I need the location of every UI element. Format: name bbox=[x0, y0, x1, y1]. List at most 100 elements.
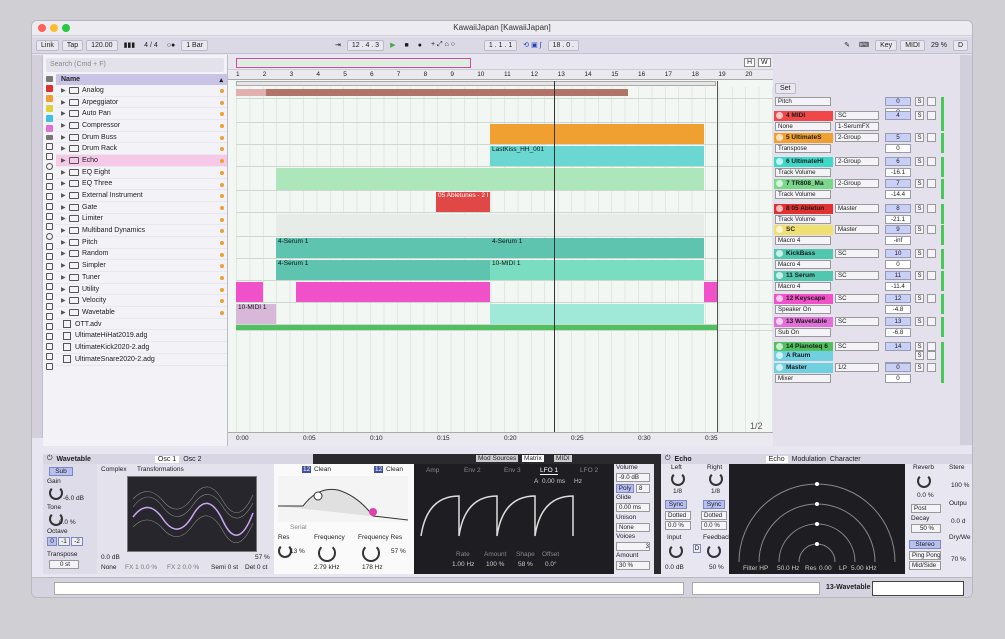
folder-icon[interactable] bbox=[46, 353, 53, 360]
category-icon[interactable] bbox=[46, 76, 53, 82]
track-volume[interactable]: -11.4 bbox=[885, 282, 911, 291]
minimize-button[interactable] bbox=[50, 24, 58, 32]
track-output-select[interactable]: Master bbox=[835, 204, 879, 213]
arm-button[interactable] bbox=[927, 342, 936, 351]
track-number[interactable]: 0 bbox=[885, 97, 911, 106]
track-number[interactable]: 13 bbox=[885, 317, 911, 326]
track-output-select[interactable]: SC bbox=[835, 249, 879, 258]
folder-icon[interactable] bbox=[46, 313, 53, 320]
arm-button[interactable] bbox=[927, 97, 936, 106]
expand-icon[interactable]: ▶ bbox=[61, 122, 69, 129]
keyboard-icon[interactable]: ⌨ bbox=[856, 40, 872, 50]
track-number[interactable]: 7 bbox=[885, 179, 911, 188]
track-number[interactable]: 14 bbox=[885, 342, 911, 351]
track-volume[interactable]: -4.8 bbox=[885, 305, 911, 314]
arm-button[interactable] bbox=[927, 157, 936, 166]
meter-field[interactable]: 4 / 4 bbox=[141, 41, 161, 50]
track-name[interactable]: A Raum bbox=[774, 351, 833, 361]
solo-button[interactable]: S bbox=[915, 294, 924, 303]
echo-display[interactable]: Filter HP 50.0 Hz Res 0.00 LP 5.00 kHz bbox=[729, 464, 905, 574]
arm-button[interactable] bbox=[927, 133, 936, 142]
key-map-button[interactable]: Key bbox=[875, 39, 898, 51]
link-button[interactable]: Link bbox=[36, 39, 59, 51]
play-icon[interactable]: ▶ bbox=[387, 40, 398, 50]
track-volume[interactable]: -6.8 bbox=[885, 328, 911, 337]
expand-icon[interactable]: ▶ bbox=[61, 192, 69, 199]
category-red-icon[interactable] bbox=[46, 85, 53, 92]
track-volume[interactable]: 0 bbox=[885, 260, 911, 269]
track-name[interactable]: 4 MIDI bbox=[774, 111, 833, 121]
browser-item[interactable]: ▶ Drum Rack bbox=[56, 143, 227, 156]
arm-button[interactable] bbox=[927, 111, 936, 120]
input-knob[interactable] bbox=[669, 544, 683, 558]
category-cyan-icon[interactable] bbox=[46, 115, 53, 122]
clip[interactable] bbox=[276, 214, 704, 236]
close-button[interactable] bbox=[38, 24, 46, 32]
track-volume[interactable]: -16.1 bbox=[885, 168, 911, 177]
track-param-select[interactable]: Speaker On bbox=[775, 305, 831, 314]
track-number[interactable]: 8 bbox=[885, 204, 911, 213]
track-volume[interactable]: -inf bbox=[885, 236, 911, 245]
stop-icon[interactable]: ■ bbox=[401, 41, 411, 50]
clip[interactable] bbox=[236, 89, 266, 96]
folder-icon[interactable] bbox=[46, 363, 53, 370]
browser-item[interactable]: ▶ Random bbox=[56, 249, 227, 261]
browser-item[interactable]: ▶ Gate bbox=[56, 202, 227, 214]
solo-button[interactable]: S bbox=[915, 133, 924, 142]
octave-minus2[interactable]: -2 bbox=[71, 537, 83, 546]
track-output-select[interactable]: Master bbox=[835, 225, 879, 234]
clip[interactable] bbox=[704, 282, 718, 302]
clip[interactable] bbox=[276, 168, 704, 190]
reverb-knob[interactable] bbox=[917, 474, 931, 488]
solo-button[interactable]: S bbox=[915, 225, 924, 234]
osc1-tab[interactable]: Osc 1 bbox=[154, 455, 180, 463]
expand-icon[interactable]: ▶ bbox=[61, 215, 69, 222]
browser-item[interactable]: ▶ Velocity bbox=[56, 295, 227, 308]
track-input-select[interactable]: 1-SerumFX bbox=[835, 122, 879, 131]
track-name[interactable]: 6 UltimateHi bbox=[774, 157, 833, 167]
draw-icon[interactable]: ✎ bbox=[841, 40, 853, 50]
routing-select[interactable]: Serial bbox=[290, 524, 307, 531]
clock-icon[interactable] bbox=[46, 163, 53, 170]
solo-button[interactable]: S bbox=[915, 271, 924, 280]
clip-midi-10-b[interactable]: 10-MIDI 1 bbox=[236, 304, 276, 324]
gain-knob[interactable] bbox=[49, 486, 63, 500]
overdub-icon[interactable]: + ⤢ ⌂ ○ bbox=[428, 40, 458, 50]
arm-button[interactable] bbox=[927, 204, 936, 213]
track-name[interactable]: 7 TR808_Ma bbox=[774, 179, 833, 189]
track-volume[interactable]: -14.4 bbox=[885, 190, 911, 199]
folder-icon[interactable] bbox=[46, 293, 53, 300]
filter2-type[interactable]: Clean bbox=[386, 466, 403, 473]
clip[interactable] bbox=[490, 304, 704, 324]
clip-midi-10[interactable]: 10-MIDI 1 bbox=[490, 260, 704, 280]
sliders-icon[interactable] bbox=[46, 183, 53, 190]
browser-item[interactable]: ▶ Wavetable bbox=[56, 307, 227, 319]
clip[interactable] bbox=[236, 325, 718, 330]
arm-button[interactable] bbox=[927, 225, 936, 234]
expand-icon[interactable]: ▶ bbox=[61, 134, 69, 141]
expand-icon[interactable]: ▶ bbox=[61, 157, 69, 164]
quantize-select[interactable]: 1 Bar bbox=[181, 39, 208, 51]
track-param-select[interactable]: Macro 4 bbox=[775, 236, 831, 245]
track-number[interactable]: 9 bbox=[885, 225, 911, 234]
track-name[interactable]: 11 Serum bbox=[774, 271, 833, 281]
tempo-field[interactable]: 120.00 bbox=[86, 39, 118, 51]
track-name[interactable]: Master bbox=[774, 363, 833, 373]
solo-button[interactable]: S bbox=[915, 111, 924, 120]
clip-abletunes[interactable]: 05 Abletunes - 2 I bbox=[436, 192, 490, 212]
arm-button[interactable] bbox=[927, 179, 936, 188]
browser-item[interactable]: ▶ Arpeggiator bbox=[56, 97, 227, 109]
track-number[interactable]: 10 bbox=[885, 249, 911, 258]
expand-icon[interactable]: ▶ bbox=[61, 262, 69, 269]
follow-icon[interactable]: ⇥ bbox=[332, 40, 344, 50]
solo-button[interactable]: S bbox=[915, 351, 924, 360]
track-volume[interactable]: 0 bbox=[885, 374, 911, 383]
overview-viewport[interactable] bbox=[236, 58, 471, 68]
set-button[interactable]: Set bbox=[775, 83, 796, 94]
track-output-select[interactable]: SC bbox=[835, 317, 879, 326]
track-number[interactable]: 12 bbox=[885, 294, 911, 303]
frequency2-knob[interactable] bbox=[362, 544, 380, 562]
track-number[interactable]: 5 bbox=[885, 133, 911, 142]
sort-icon[interactable]: ▴ bbox=[219, 76, 223, 84]
loop-start[interactable]: 1 . 1 . 1 bbox=[483, 39, 518, 51]
